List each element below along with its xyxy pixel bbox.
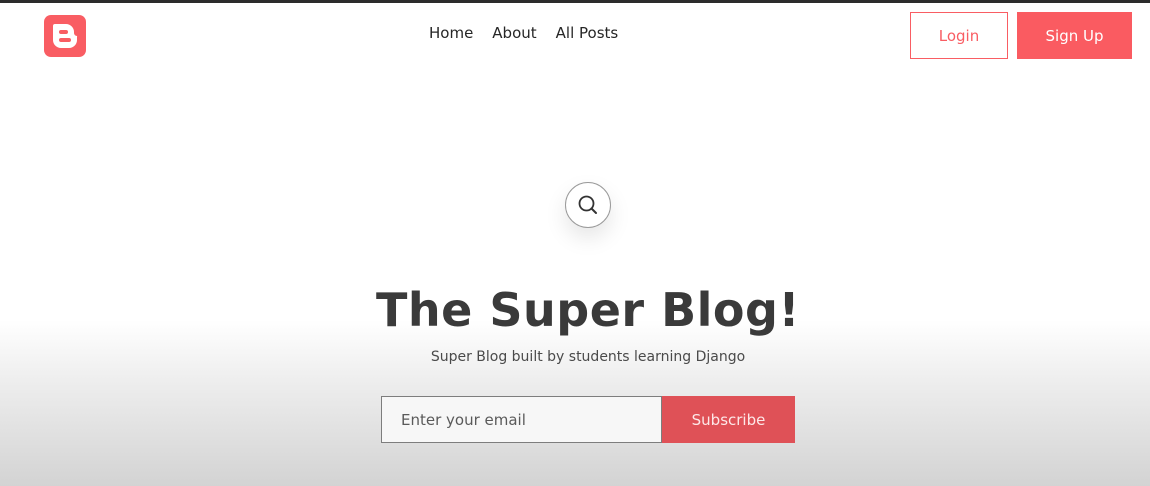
signup-button[interactable]: Sign Up [1017, 12, 1132, 59]
search-icon [578, 195, 597, 214]
subscribe-button[interactable]: Subscribe [662, 396, 795, 443]
nav-link-home[interactable]: Home [429, 24, 473, 42]
login-button[interactable]: Login [910, 12, 1008, 59]
email-input[interactable] [381, 396, 662, 443]
hero-title: The Super Blog! [376, 283, 800, 337]
blogger-logo-icon[interactable] [44, 15, 86, 57]
hero-subtitle: Super Blog built by students learning Dj… [430, 349, 746, 365]
nav-link-about[interactable]: About [492, 24, 536, 42]
nav-link-all-posts[interactable]: All Posts [556, 24, 619, 42]
search-button[interactable] [565, 182, 611, 228]
main-nav: Home About All Posts [429, 24, 618, 42]
blogger-b-icon [53, 24, 78, 48]
